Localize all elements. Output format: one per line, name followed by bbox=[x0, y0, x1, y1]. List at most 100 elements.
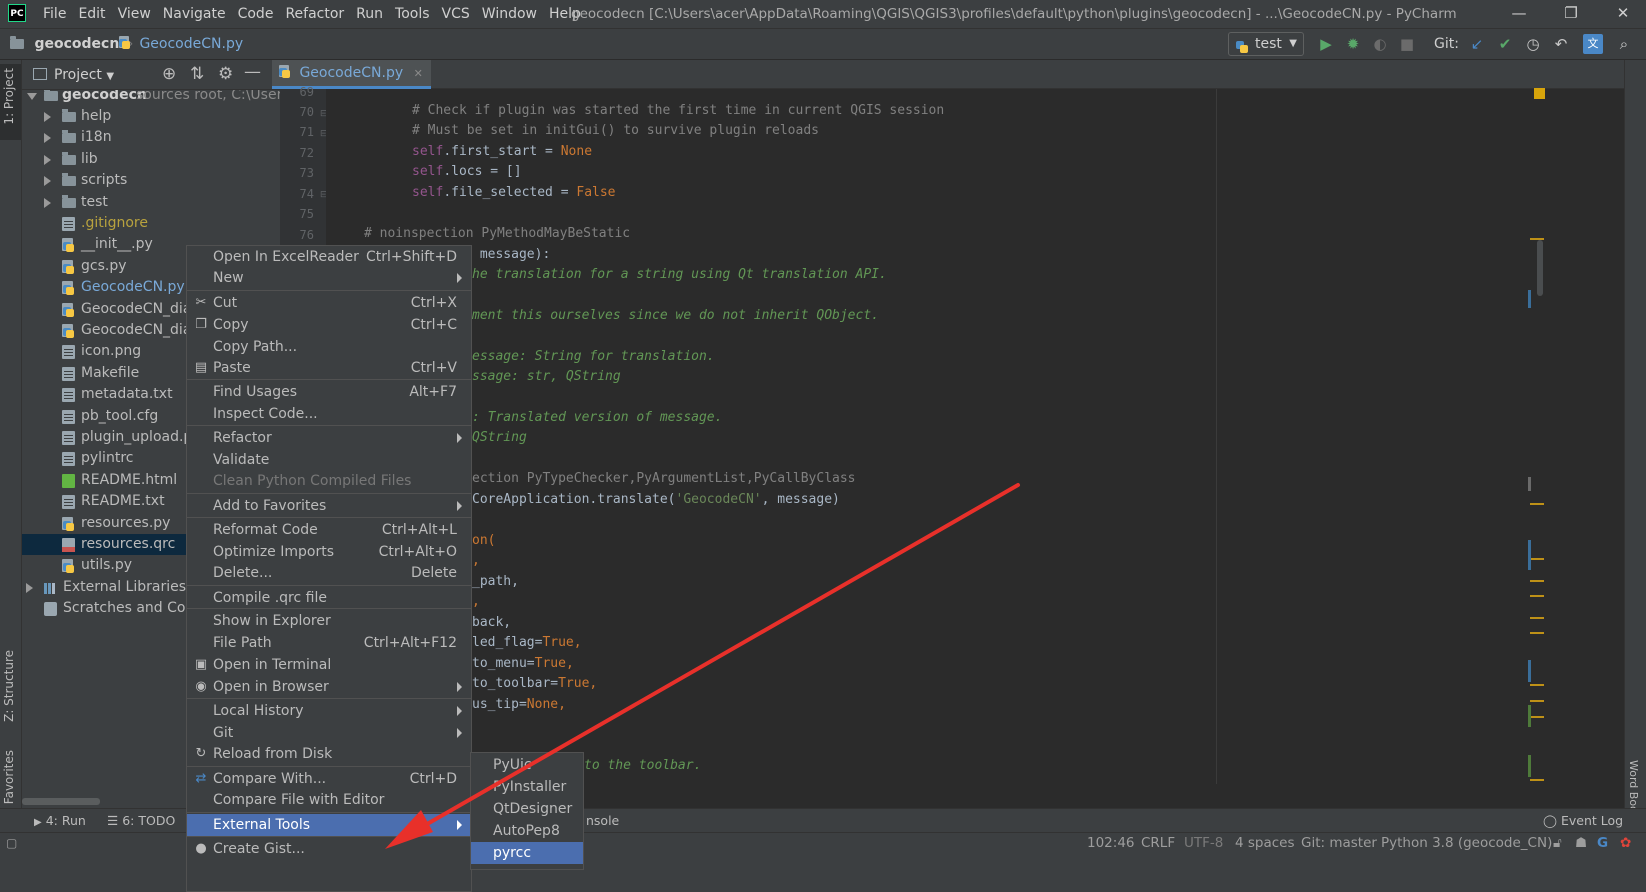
editor-vscrollbar[interactable] bbox=[1537, 240, 1543, 296]
menu-refactor[interactable]: Refactor bbox=[279, 0, 350, 28]
expand-arrow-icon[interactable] bbox=[44, 176, 51, 186]
menu-item-open-in-terminal[interactable]: ▣ Open in Terminal bbox=[187, 654, 471, 676]
tree-item[interactable]: lib bbox=[22, 149, 280, 170]
history-icon[interactable]: ◷ bbox=[1523, 34, 1543, 54]
revert-icon[interactable]: ↶ bbox=[1551, 34, 1571, 54]
menu-item-git[interactable]: Git bbox=[187, 722, 471, 744]
git-commit-icon[interactable]: ✔ bbox=[1495, 34, 1515, 54]
external-tool-pyinstaller[interactable]: PyInstaller bbox=[471, 776, 583, 798]
coverage-icon[interactable]: ◐ bbox=[1370, 34, 1390, 54]
run-icon[interactable]: ▶ bbox=[1316, 34, 1336, 54]
menu-item-compare-file-with-editor[interactable]: Compare File with Editor bbox=[187, 789, 471, 811]
error-stripe-marker[interactable] bbox=[1530, 617, 1544, 619]
expand-arrow-icon[interactable] bbox=[44, 133, 51, 143]
project-tool-tab[interactable]: 1: Project bbox=[2, 68, 16, 125]
expand-arrow-icon[interactable] bbox=[44, 112, 51, 122]
change-marker[interactable] bbox=[1528, 290, 1531, 308]
menu-navigate[interactable]: Navigate bbox=[157, 0, 232, 28]
event-log-button[interactable]: ◯ Event Log bbox=[1543, 809, 1623, 832]
menu-tools[interactable]: Tools bbox=[389, 0, 436, 28]
collapse-all-icon[interactable]: ⇅ bbox=[190, 64, 204, 84]
minimize-button[interactable]: — bbox=[1496, 0, 1542, 28]
hide-icon[interactable]: — bbox=[244, 62, 261, 82]
close-tab-icon[interactable]: ✕ bbox=[414, 67, 423, 80]
project-view-select[interactable]: Project ▼ bbox=[54, 60, 114, 92]
caret-position[interactable]: 102:46 bbox=[1087, 833, 1135, 853]
python-console-tool-button[interactable]: nsole bbox=[586, 809, 619, 832]
menu-item-validate[interactable]: Validate bbox=[187, 449, 471, 471]
error-stripe-marker[interactable] bbox=[1530, 716, 1544, 718]
error-stripe-marker[interactable] bbox=[1530, 684, 1544, 686]
error-stripe-marker[interactable] bbox=[1530, 595, 1544, 597]
menu-item-new[interactable]: New bbox=[187, 267, 471, 289]
debug-icon[interactable]: ✹ bbox=[1343, 34, 1363, 54]
lock-icon[interactable]: 🔓︎ bbox=[1553, 833, 1562, 853]
run-config-select[interactable]: test ▼ bbox=[1228, 32, 1304, 56]
expand-arrow-icon[interactable] bbox=[44, 198, 51, 208]
line-separator[interactable]: CRLF bbox=[1141, 833, 1175, 853]
breadcrumb-file[interactable]: GeocodeCN.py bbox=[118, 29, 243, 59]
tree-root-geocodecn[interactable]: geocodecn sources root, C:\User bbox=[22, 90, 280, 106]
menu-item-create-gist[interactable]: ● Create Gist... bbox=[187, 838, 471, 860]
code-editor[interactable]: # Check if plugin was started the first … bbox=[326, 89, 1624, 784]
menu-item-inspect-code[interactable]: Inspect Code... bbox=[187, 403, 471, 425]
menu-item-cut[interactable]: ✂ Cut Ctrl+X bbox=[187, 292, 471, 314]
menu-item-open-in-browser[interactable]: ◉ Open in Browser bbox=[187, 676, 471, 698]
stop-icon[interactable]: ■ bbox=[1397, 34, 1417, 54]
external-tool-autopep8[interactable]: AutoPep8 bbox=[471, 820, 583, 842]
error-stripe-marker[interactable] bbox=[1530, 580, 1544, 582]
menu-item-copy-path[interactable]: Copy Path... bbox=[187, 336, 471, 358]
python-interpreter[interactable]: Python 3.8 (geocode_CN) bbox=[1381, 833, 1552, 853]
menu-item-paste[interactable]: ▤ Paste Ctrl+V bbox=[187, 357, 471, 379]
error-stripe-marker[interactable] bbox=[1530, 632, 1544, 634]
tree-item[interactable]: help bbox=[22, 106, 280, 127]
menu-item-refactor[interactable]: Refactor bbox=[187, 427, 471, 449]
external-tool-pyuic[interactable]: PyUic bbox=[471, 754, 583, 776]
menu-item-delete[interactable]: Delete... Delete bbox=[187, 562, 471, 584]
menu-item-file-path[interactable]: File Path Ctrl+Alt+F12 bbox=[187, 632, 471, 654]
toggle-tool-windows-icon[interactable]: ▢ bbox=[6, 833, 17, 853]
error-stripe-marker[interactable] bbox=[1530, 558, 1544, 560]
change-marker[interactable] bbox=[1528, 755, 1531, 777]
menu-item-copy[interactable]: ❐ Copy Ctrl+C bbox=[187, 314, 471, 336]
menu-item-reload-from-disk[interactable]: ↻ Reload from Disk bbox=[187, 743, 471, 765]
tree-item[interactable]: .gitignore bbox=[22, 213, 280, 234]
run-tool-button[interactable]: ▶ 4: Run bbox=[34, 809, 86, 834]
todo-tool-button[interactable]: ☰ 6: TODO bbox=[107, 809, 175, 832]
error-stripe-marker[interactable] bbox=[1530, 700, 1544, 702]
git-update-icon[interactable]: ↙ bbox=[1467, 34, 1487, 54]
gear-icon[interactable]: ⚙ bbox=[218, 64, 233, 84]
tree-item[interactable]: test bbox=[22, 192, 280, 213]
indent-setting[interactable]: 4 spaces bbox=[1235, 833, 1295, 853]
error-stripe-marker[interactable] bbox=[1530, 779, 1544, 781]
expand-arrow-icon[interactable] bbox=[44, 155, 51, 165]
translate-icon[interactable]: 文 bbox=[1583, 34, 1603, 54]
error-stripe-marker[interactable] bbox=[1530, 238, 1544, 240]
menu-run[interactable]: Run bbox=[350, 0, 389, 28]
menu-item-show-in-explorer[interactable]: Show in Explorer bbox=[187, 610, 471, 632]
change-marker[interactable] bbox=[1528, 705, 1531, 727]
menu-file[interactable]: File bbox=[37, 0, 72, 28]
tree-item[interactable]: scripts bbox=[22, 170, 280, 191]
menu-edit[interactable]: Edit bbox=[72, 0, 111, 28]
project-hscrollbar[interactable] bbox=[22, 798, 100, 805]
maximize-button[interactable]: ❐ bbox=[1548, 0, 1594, 28]
tree-item[interactable]: i18n bbox=[22, 127, 280, 148]
menu-window[interactable]: Window bbox=[476, 0, 543, 28]
close-button[interactable]: ✕ bbox=[1600, 0, 1646, 28]
notification-icon[interactable]: ✿ bbox=[1620, 833, 1631, 853]
google-icon[interactable]: G bbox=[1597, 833, 1608, 853]
search-icon[interactable]: ⌕ bbox=[1614, 34, 1634, 54]
git-branch[interactable]: Git: master bbox=[1301, 833, 1377, 853]
change-marker[interactable] bbox=[1528, 660, 1531, 682]
menu-item-open-in-excelreader[interactable]: Open In ExcelReader Ctrl+Shift+D bbox=[187, 246, 471, 268]
menu-item-reformat-code[interactable]: Reformat Code Ctrl+Alt+L bbox=[187, 519, 471, 541]
expand-arrow-icon[interactable] bbox=[26, 583, 33, 593]
error-stripe-marker[interactable] bbox=[1530, 503, 1544, 505]
change-marker[interactable] bbox=[1528, 477, 1531, 491]
editor-tab-geocodecn[interactable]: GeocodeCN.py ✕ bbox=[272, 60, 431, 89]
menu-code[interactable]: Code bbox=[232, 0, 280, 28]
inspection-status-icon[interactable] bbox=[1534, 88, 1545, 99]
menu-item-find-usages[interactable]: Find Usages Alt+F7 bbox=[187, 381, 471, 403]
locate-icon[interactable]: ⊕ bbox=[162, 64, 176, 84]
